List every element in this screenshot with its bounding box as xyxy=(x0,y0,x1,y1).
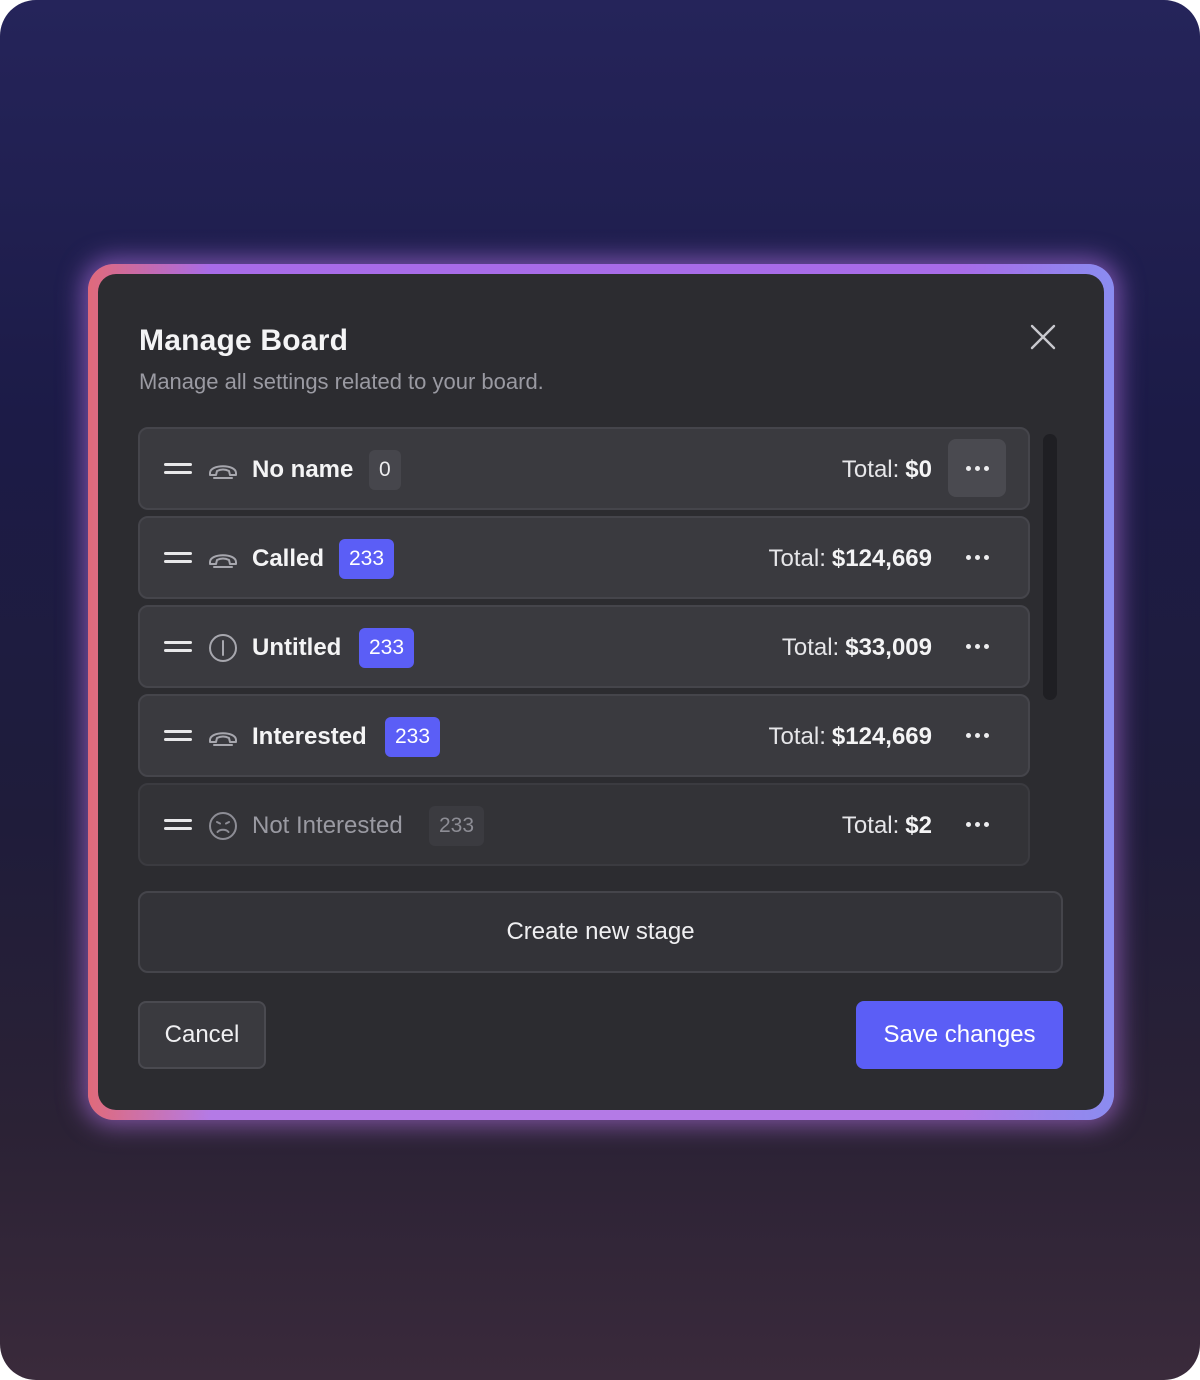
more-horizontal-icon xyxy=(965,821,989,827)
stage-more-button[interactable] xyxy=(948,528,1006,586)
stage-label: Interested xyxy=(252,723,367,750)
more-horizontal-icon xyxy=(965,732,989,738)
drag-handle-icon[interactable] xyxy=(164,728,192,744)
stage-total: Total: $0 xyxy=(842,456,932,484)
manage-board-modal: Manage Board Manage all settings related… xyxy=(98,274,1104,1110)
stage-more-button[interactable] xyxy=(948,795,1006,853)
stage-count-badge: 0 xyxy=(369,450,401,490)
stage-total-label: Total: xyxy=(768,545,826,572)
close-icon xyxy=(1030,324,1056,350)
stage-list-scrollbar[interactable] xyxy=(1043,434,1057,700)
stage-total-value: $33,009 xyxy=(845,634,932,661)
drag-handle-icon[interactable] xyxy=(164,817,192,833)
stage-total-label: Total: xyxy=(781,634,840,661)
create-stage-button[interactable]: Create new stage xyxy=(138,891,1063,973)
stage-total-label: Total: xyxy=(841,456,900,483)
stage-more-button[interactable] xyxy=(948,439,1006,497)
stage-count-badge: 233 xyxy=(385,717,441,757)
modal-title: Manage Board xyxy=(139,324,349,357)
stage-total-value: $124,669 xyxy=(831,545,932,572)
more-horizontal-icon xyxy=(965,465,989,471)
sad-face-icon xyxy=(209,812,237,840)
more-horizontal-icon xyxy=(965,554,989,560)
cancel-button[interactable]: Cancel xyxy=(138,1001,266,1069)
stage-label: No name xyxy=(252,456,354,483)
stage-more-button[interactable] xyxy=(948,617,1006,675)
stage-row: Not Interested 233 Total: $2 xyxy=(138,783,1030,866)
info-circle-icon xyxy=(209,634,237,662)
stage-label: Untitled xyxy=(252,634,342,661)
stage-row: No name 0 Total: $0 xyxy=(138,427,1030,510)
drag-handle-icon[interactable] xyxy=(164,550,192,566)
stage-total-value: $124,669 xyxy=(831,723,932,750)
phone-icon xyxy=(209,554,237,568)
stage-total: Total: $124,669 xyxy=(769,723,932,751)
stage-total: Total: $2 xyxy=(842,812,932,840)
close-button[interactable] xyxy=(1026,320,1060,354)
save-changes-button[interactable]: Save changes xyxy=(856,1001,1063,1069)
stage-total: Total: $124,669 xyxy=(769,545,932,573)
phone-icon xyxy=(209,465,237,479)
stage-total: Total: $33,009 xyxy=(782,634,932,662)
stage-total-value: $2 xyxy=(905,812,932,839)
stage-label: Not Interested xyxy=(252,812,403,839)
stage-count-badge: 233 xyxy=(339,539,395,579)
stage-total-label: Total: xyxy=(768,723,826,750)
stage-row: Untitled 233 Total: $33,009 xyxy=(138,605,1030,688)
stage-count-badge: 233 xyxy=(359,628,415,668)
phone-icon xyxy=(209,732,237,746)
stage-total-label: Total: xyxy=(841,812,900,839)
stage-label: Called xyxy=(252,545,325,572)
modal-subtitle: Manage all settings related to your boar… xyxy=(139,369,544,394)
stage-row: Interested 233 Total: $124,669 xyxy=(138,694,1030,777)
drag-handle-icon[interactable] xyxy=(164,639,192,655)
stage-more-button[interactable] xyxy=(948,706,1006,764)
drag-handle-icon[interactable] xyxy=(164,461,192,477)
stage-list: No name 0 Total: $0 Called 233 Total: $124… xyxy=(138,427,1030,872)
stage-count-badge: 233 xyxy=(429,806,485,846)
more-horizontal-icon xyxy=(965,643,989,649)
stage-total-value: $0 xyxy=(905,456,932,483)
stage-row: Called 233 Total: $124,669 xyxy=(138,516,1030,599)
